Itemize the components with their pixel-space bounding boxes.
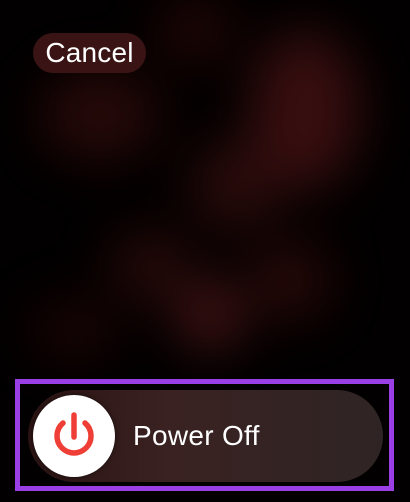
power-off-slider[interactable]: Power Off <box>28 390 383 482</box>
cancel-button[interactable]: Cancel <box>33 33 146 73</box>
slider-knob[interactable] <box>33 395 115 477</box>
power-icon <box>54 412 94 456</box>
slider-label: Power Off <box>133 420 260 451</box>
power-off-screen: Cancel Power Off <box>0 0 410 502</box>
